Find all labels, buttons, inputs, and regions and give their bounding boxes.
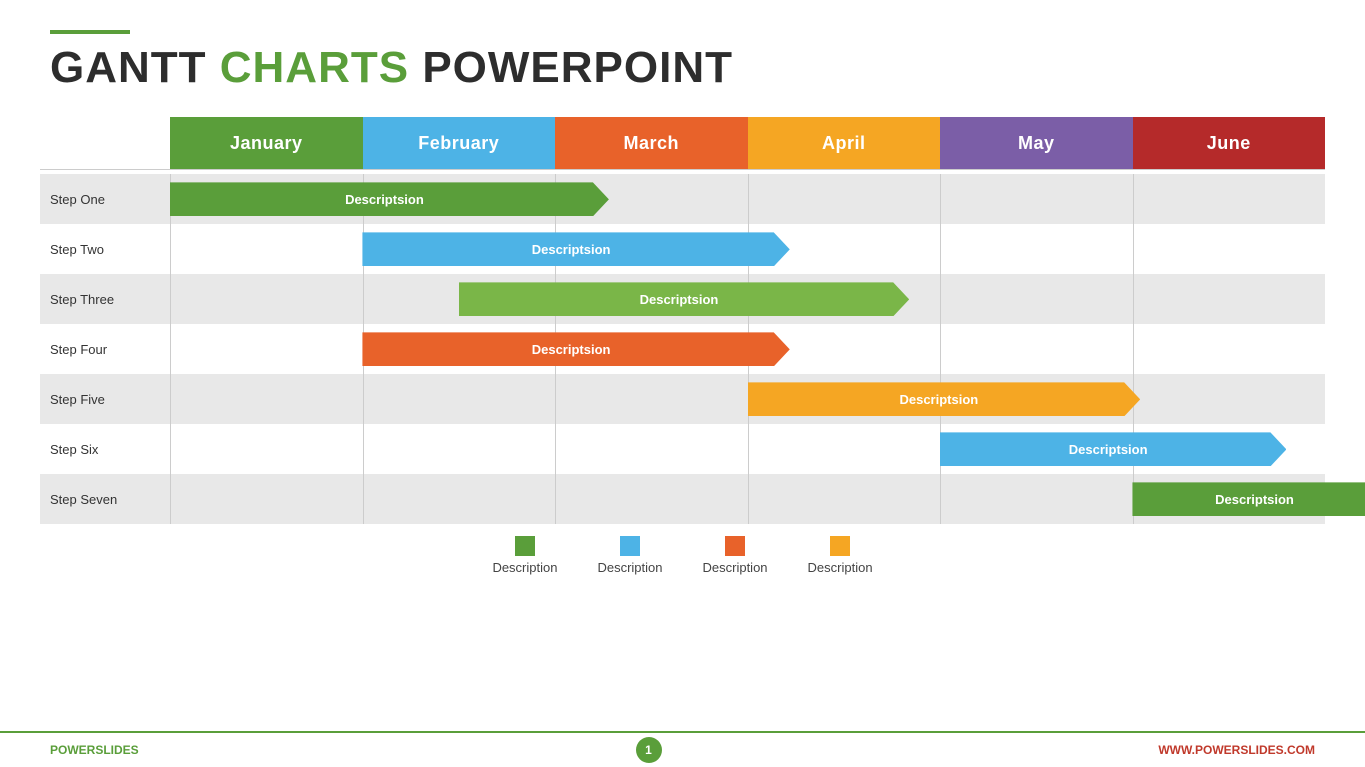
legend-label-2: Description <box>597 560 662 575</box>
cell <box>555 424 748 474</box>
legend-item-3: Description <box>703 536 768 575</box>
cell <box>1133 324 1326 374</box>
row-label-step-seven: Step Seven <box>40 492 170 507</box>
cell <box>748 174 941 224</box>
cell <box>170 374 363 424</box>
cell <box>170 224 363 274</box>
footer: POWERSLIDES 1 WWW.POWERSLIDES.COM <box>0 731 1365 767</box>
cell <box>940 174 1133 224</box>
bar-arrow-7: Descriptsion <box>1132 482 1365 516</box>
legend-label-3: Description <box>703 560 768 575</box>
footer-page-num: 1 <box>636 737 662 763</box>
footer-brand: POWERSLIDES <box>50 743 139 757</box>
cell <box>940 474 1133 524</box>
month-may: May <box>940 117 1133 169</box>
gantt-bar-4: Descriptsion <box>362 332 789 366</box>
row-cells-3: Descriptsion <box>170 274 1325 324</box>
bar-arrow-4: Descriptsion <box>362 332 789 366</box>
cell <box>170 324 363 374</box>
table-row: Step Seven Descriptsion <box>40 474 1325 524</box>
bar-arrow-6: Descriptsion <box>940 432 1287 466</box>
bar-arrow-1: Descriptsion <box>170 182 609 216</box>
month-february: February <box>363 117 556 169</box>
cell <box>1133 174 1326 224</box>
month-june: June <box>1133 117 1326 169</box>
gantt-bar-3: Descriptsion <box>459 282 909 316</box>
cell <box>1133 224 1326 274</box>
month-march: March <box>555 117 748 169</box>
row-label-step-six: Step Six <box>40 442 170 457</box>
row-label-step-two: Step Two <box>40 242 170 257</box>
table-row: Step Six Descriptsion <box>40 424 1325 474</box>
legend-item-1: Description <box>492 536 557 575</box>
row-cells-4: Descriptsion <box>170 324 1325 374</box>
cell <box>940 224 1133 274</box>
cell <box>748 424 941 474</box>
gantt-bar-2: Descriptsion <box>362 232 789 266</box>
cell <box>1133 274 1326 324</box>
row-label-step-five: Step Five <box>40 392 170 407</box>
legend-color-2 <box>620 536 640 556</box>
header: GANTT CHARTS POWERPOINT <box>0 0 1365 102</box>
legend-item-2: Description <box>597 536 662 575</box>
row-cells-5: Descriptsion <box>170 374 1325 424</box>
gantt-body: Step One Descriptsion <box>40 174 1325 524</box>
gantt-bar-1: Descriptsion <box>170 182 609 216</box>
months-row: January February March April May June <box>170 117 1325 169</box>
cell <box>748 474 941 524</box>
cell <box>170 424 363 474</box>
bar-arrow-2: Descriptsion <box>362 232 789 266</box>
footer-power: POWER <box>50 743 95 757</box>
table-row: Step Two Descriptsion <box>40 224 1325 274</box>
title-gantt: GANTT <box>50 43 207 92</box>
row-cells-2: Descriptsion <box>170 224 1325 274</box>
gantt-chart: January February March April May June <box>40 117 1325 524</box>
row-cells-1: Descriptsion <box>170 174 1325 224</box>
legend-color-4 <box>830 536 850 556</box>
legend-color-3 <box>725 536 745 556</box>
bar-arrow-3: Descriptsion <box>459 282 909 316</box>
footer-url: WWW.POWERSLIDES.COM <box>1158 743 1315 757</box>
title-charts: CHARTS <box>207 43 410 92</box>
cell <box>170 474 363 524</box>
gantt-bar-7: Descriptsion <box>1132 482 1365 516</box>
row-label-step-four: Step Four <box>40 342 170 357</box>
legend: Description Description Description Desc… <box>0 536 1365 575</box>
legend-label-1: Description <box>492 560 557 575</box>
cell <box>170 274 363 324</box>
footer-slides: SLIDES <box>95 743 138 757</box>
page: GANTT CHARTS POWERPOINT January February… <box>0 0 1365 767</box>
table-row: Step One Descriptsion <box>40 174 1325 224</box>
cell <box>363 424 556 474</box>
gantt-bar-5: Descriptsion <box>748 382 1141 416</box>
gantt-bar-6: Descriptsion <box>940 432 1287 466</box>
row-cells-7: Descriptsion <box>170 474 1325 524</box>
bar-arrow-5: Descriptsion <box>748 382 1141 416</box>
page-title: GANTT CHARTS POWERPOINT <box>50 44 1315 92</box>
cell <box>555 474 748 524</box>
table-row: Step Five Descriptsion <box>40 374 1325 424</box>
header-divider <box>40 169 1325 170</box>
legend-label-4: Description <box>808 560 873 575</box>
cell <box>940 274 1133 324</box>
table-row: Step Four Descriptsion <box>40 324 1325 374</box>
cell <box>940 324 1133 374</box>
month-january: January <box>170 117 363 169</box>
month-april: April <box>748 117 941 169</box>
legend-color-1 <box>515 536 535 556</box>
legend-item-4: Description <box>808 536 873 575</box>
accent-line <box>50 30 130 34</box>
title-powerpoint: POWERPOINT <box>409 43 733 92</box>
row-cells-6: Descriptsion <box>170 424 1325 474</box>
cell <box>555 374 748 424</box>
table-row: Step Three Descriptsion <box>40 274 1325 324</box>
row-label-step-three: Step Three <box>40 292 170 307</box>
cell <box>363 474 556 524</box>
cell <box>1133 374 1326 424</box>
row-label-step-one: Step One <box>40 192 170 207</box>
cell <box>363 374 556 424</box>
